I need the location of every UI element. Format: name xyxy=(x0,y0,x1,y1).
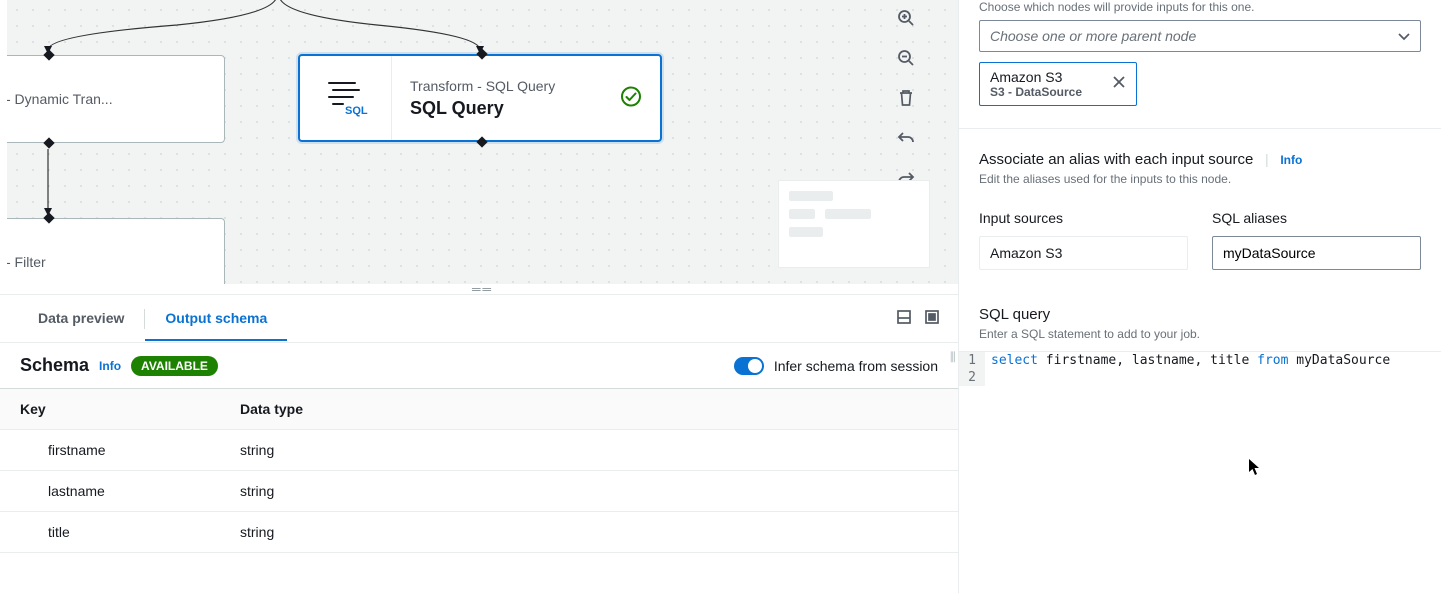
chevron-down-icon xyxy=(1398,28,1410,44)
token-remove-icon[interactable] xyxy=(1112,75,1126,94)
line-number: 1 xyxy=(959,352,985,369)
table-row: lastname string xyxy=(0,471,958,512)
visual-etl-canvas[interactable]: orm - Dynamic Tran... SQL Transf xyxy=(0,0,958,284)
node-title: SQL Query xyxy=(410,98,555,119)
infer-schema-label: Infer schema from session xyxy=(774,358,938,374)
col-header-type: Data type xyxy=(240,401,938,417)
input-source-value: Amazon S3 xyxy=(979,236,1188,270)
sql-query-heading: SQL query xyxy=(979,306,1421,323)
parent-node-description: Choose which nodes will provide inputs f… xyxy=(979,0,1421,14)
bottom-panel: Data preview Output schema Schema Info A… xyxy=(0,294,958,593)
tab-output-schema[interactable]: Output schema xyxy=(145,297,287,341)
token-title: Amazon S3 xyxy=(990,69,1082,85)
alias-heading: Associate an alias with each input sourc… xyxy=(979,151,1253,168)
alias-description: Edit the aliases used for the inputs to … xyxy=(979,172,1421,186)
sql-aliases-label: SQL aliases xyxy=(1212,210,1421,226)
status-success-icon xyxy=(620,86,642,111)
token-subtitle: S3 - DataSource xyxy=(990,85,1082,99)
delete-button[interactable] xyxy=(892,84,920,112)
schema-available-badge: AVAILABLE xyxy=(131,356,218,376)
schema-heading: Schema xyxy=(20,355,89,376)
alias-info-link[interactable]: Info xyxy=(1280,153,1302,167)
panel-maximize-icon[interactable] xyxy=(896,309,912,328)
node-title: orm - Dynamic Tran... xyxy=(0,91,113,107)
svg-text:SQL: SQL xyxy=(345,105,368,117)
panel-close-icon[interactable] xyxy=(924,309,940,328)
undo-button[interactable] xyxy=(892,124,920,152)
schema-info-link[interactable]: Info xyxy=(99,359,121,373)
sidebar-resize-handle[interactable]: ⫼ xyxy=(950,350,955,365)
node-sql-query[interactable]: SQL Transform - SQL Query SQL Query xyxy=(298,54,662,142)
parent-node-select[interactable]: Choose one or more parent node xyxy=(979,20,1421,52)
canvas-minimap[interactable] xyxy=(778,180,930,268)
node-type: Transform - SQL Query xyxy=(410,78,555,94)
zoom-out-button[interactable] xyxy=(892,44,920,72)
sql-alias-input[interactable] xyxy=(1212,236,1421,270)
schema-table: Key Data type firstname string lastname … xyxy=(0,388,958,553)
sql-code-editor[interactable]: 1 select firstname, lastname, title from… xyxy=(959,351,1441,386)
parent-node-token: Amazon S3 S3 - DataSource xyxy=(979,62,1137,106)
infer-schema-toggle[interactable] xyxy=(734,357,764,375)
canvas-toolbar xyxy=(892,4,920,192)
panel-resize-handle[interactable]: ══ xyxy=(0,284,958,294)
zoom-in-button[interactable] xyxy=(892,4,920,32)
sql-transform-icon: SQL xyxy=(300,56,392,140)
node-filter[interactable]: orm - Filter xyxy=(0,218,225,284)
node-title: orm - Filter xyxy=(0,254,46,270)
tab-data-preview[interactable]: Data preview xyxy=(18,297,144,341)
table-row: firstname string xyxy=(0,430,958,471)
node-dynamic-transform[interactable]: orm - Dynamic Tran... xyxy=(0,55,225,143)
table-row: title string xyxy=(0,512,958,553)
input-sources-label: Input sources xyxy=(979,210,1188,226)
sql-query-description: Enter a SQL statement to add to your job… xyxy=(979,327,1421,341)
col-header-key: Key xyxy=(20,401,240,417)
line-number: 2 xyxy=(959,369,985,386)
node-properties-sidebar: Choose which nodes will provide inputs f… xyxy=(958,0,1441,593)
